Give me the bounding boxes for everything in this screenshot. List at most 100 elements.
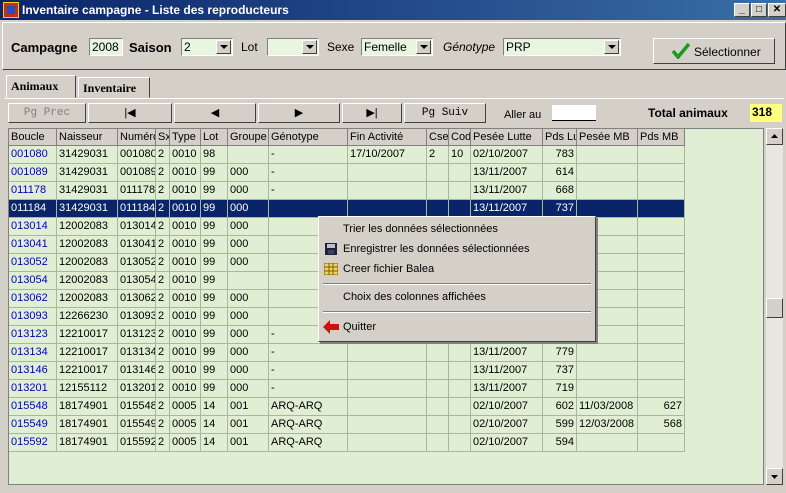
column-header[interactable]: Sx <box>156 129 170 146</box>
table-cell <box>427 416 449 434</box>
column-header[interactable]: Code <box>449 129 471 146</box>
table-cell: 783 <box>543 146 577 164</box>
table-cell[interactable]: 013134 <box>9 344 57 362</box>
table-cell[interactable]: 001089 <box>9 164 57 182</box>
table-cell: 12210017 <box>57 362 118 380</box>
chevron-down-icon[interactable] <box>416 40 431 54</box>
select-button[interactable]: Sélectionner <box>653 38 775 64</box>
minimize-button[interactable]: _ <box>734 3 750 17</box>
saison-select[interactable]: 2 <box>181 38 233 56</box>
table-cell[interactable]: 013014 <box>9 218 57 236</box>
next-button[interactable]: ▶ <box>258 103 340 123</box>
table-cell <box>449 398 471 416</box>
chevron-down-icon[interactable] <box>302 40 317 54</box>
navigation-bar: Pg Prec |◀ ◀ ▶ ▶| Pg Suiv Aller au Total… <box>8 103 784 125</box>
table-cell[interactable]: 013062 <box>9 290 57 308</box>
tab-inventaire[interactable]: Inventaire <box>78 77 150 98</box>
menu-item-enregistrer[interactable]: Enregistrer les données sélectionnées <box>321 239 593 259</box>
table-cell: 98 <box>201 146 228 164</box>
table-cell[interactable]: 013054 <box>9 272 57 290</box>
table-row[interactable]: 015549 18174901 015549 2 0005 14 001 ARQ-ARQ 02/… <box>9 416 763 434</box>
maximize-button[interactable]: □ <box>751 3 767 17</box>
column-header[interactable]: Pesée MB <box>577 129 638 146</box>
genotype-select[interactable]: PRP <box>503 38 621 56</box>
column-header[interactable]: Boucle <box>9 129 57 146</box>
table-cell: 14 <box>201 434 228 452</box>
table-row[interactable]: 001080 31429031 001080 2 0010 98-17/10/2007 2 1… <box>9 146 763 164</box>
close-button[interactable]: ✕ <box>768 3 786 17</box>
table-row[interactable]: 013134 12210017 013134 2 0010 99 000-13/11/200… <box>9 344 763 362</box>
menu-item-trier[interactable]: Trier les données sélectionnées <box>321 219 593 239</box>
table-cell[interactable]: 011178 <box>9 182 57 200</box>
table-cell[interactable]: 015592 <box>9 434 57 452</box>
campagne-input[interactable]: 2008 <box>89 38 123 56</box>
saison-label: Saison <box>129 40 172 55</box>
table-cell: 0010 <box>170 200 201 218</box>
table-cell[interactable]: 013093 <box>9 308 57 326</box>
table-cell <box>348 164 427 182</box>
table-cell[interactable]: 011184 <box>9 200 57 218</box>
table-cell[interactable]: 013052 <box>9 254 57 272</box>
column-header[interactable]: Pds Lut <box>543 129 577 146</box>
scroll-up-icon[interactable] <box>766 128 783 145</box>
table-cell <box>348 398 427 416</box>
table-cell: 737 <box>543 362 577 380</box>
table-row[interactable]: 013201 12155112 013201 2 0010 99 000-13/11/200… <box>9 380 763 398</box>
table-row[interactable]: 015548 18174901 015548 2 0005 14 001 ARQ-ARQ 02/… <box>9 398 763 416</box>
table-cell: 2 <box>156 362 170 380</box>
menu-item-choix-colonnes[interactable]: Choix des colonnes affichées <box>321 287 593 307</box>
table-row[interactable]: 013146 12210017 013146 2 0010 99 000-13/11/200… <box>9 362 763 380</box>
table-cell: 013062 <box>118 290 156 308</box>
table-cell: 599 <box>543 416 577 434</box>
table-cell: 99 <box>201 164 228 182</box>
table-row[interactable]: 011178 31429031 011178 2 0010 99 000-13/11/200… <box>9 182 763 200</box>
last-page-button[interactable]: ▶| <box>342 103 402 123</box>
table-cell: 0010 <box>170 326 201 344</box>
table-cell: 2 <box>156 434 170 452</box>
sexe-select[interactable]: Femelle <box>361 38 433 56</box>
window-title: Inventaire campagne - Liste des reproduc… <box>22 3 289 17</box>
table-row[interactable]: 015592 18174901 015592 2 0005 14 001 ARQ-ARQ 02/… <box>9 434 763 452</box>
aller-au-input[interactable] <box>552 105 596 121</box>
column-header[interactable]: Groupe <box>228 129 269 146</box>
column-header[interactable]: Lot <box>201 129 228 146</box>
vertical-scrollbar[interactable] <box>766 128 783 485</box>
first-page-button[interactable]: |◀ <box>88 103 172 123</box>
lot-select[interactable] <box>267 38 319 56</box>
column-header[interactable]: Type <box>170 129 201 146</box>
table-cell: 18174901 <box>57 434 118 452</box>
column-header[interactable]: Pesée Lutte <box>471 129 543 146</box>
column-header[interactable]: Numéro <box>118 129 156 146</box>
column-header[interactable]: Cse <box>427 129 449 146</box>
table-cell[interactable]: 015549 <box>9 416 57 434</box>
chevron-down-icon[interactable] <box>604 40 619 54</box>
table-cell: 015548 <box>118 398 156 416</box>
table-cell[interactable]: 015548 <box>9 398 57 416</box>
column-header[interactable]: Naisseur <box>57 129 118 146</box>
table-cell: ARQ-ARQ <box>269 416 348 434</box>
table-cell <box>348 416 427 434</box>
table-cell: 18174901 <box>57 398 118 416</box>
scroll-thumb[interactable] <box>766 298 783 318</box>
table-cell: 568 <box>638 416 685 434</box>
table-cell <box>449 362 471 380</box>
menu-item-creer-balea[interactable]: Creer fichier Balea <box>321 259 593 279</box>
table-cell: - <box>269 182 348 200</box>
prev-button[interactable]: ◀ <box>174 103 256 123</box>
tab-animaux[interactable]: Animaux <box>6 75 76 98</box>
scroll-down-icon[interactable] <box>766 468 783 485</box>
column-header[interactable]: Génotype <box>269 129 348 146</box>
table-cell[interactable]: 013123 <box>9 326 57 344</box>
pg-prec-button[interactable]: Pg Prec <box>8 103 86 123</box>
table-cell: 0010 <box>170 362 201 380</box>
table-cell[interactable]: 001080 <box>9 146 57 164</box>
table-cell[interactable]: 013041 <box>9 236 57 254</box>
table-cell[interactable]: 013201 <box>9 380 57 398</box>
table-cell[interactable]: 013146 <box>9 362 57 380</box>
column-header[interactable]: Fin Activité <box>348 129 427 146</box>
menu-item-quitter[interactable]: Quitter <box>321 317 593 337</box>
column-header[interactable]: Pds MB <box>638 129 685 146</box>
pg-suiv-button[interactable]: Pg Suiv <box>404 103 486 123</box>
table-row[interactable]: 001089 31429031 001089 2 0010 99 000-13/11/200… <box>9 164 763 182</box>
chevron-down-icon[interactable] <box>216 40 231 54</box>
